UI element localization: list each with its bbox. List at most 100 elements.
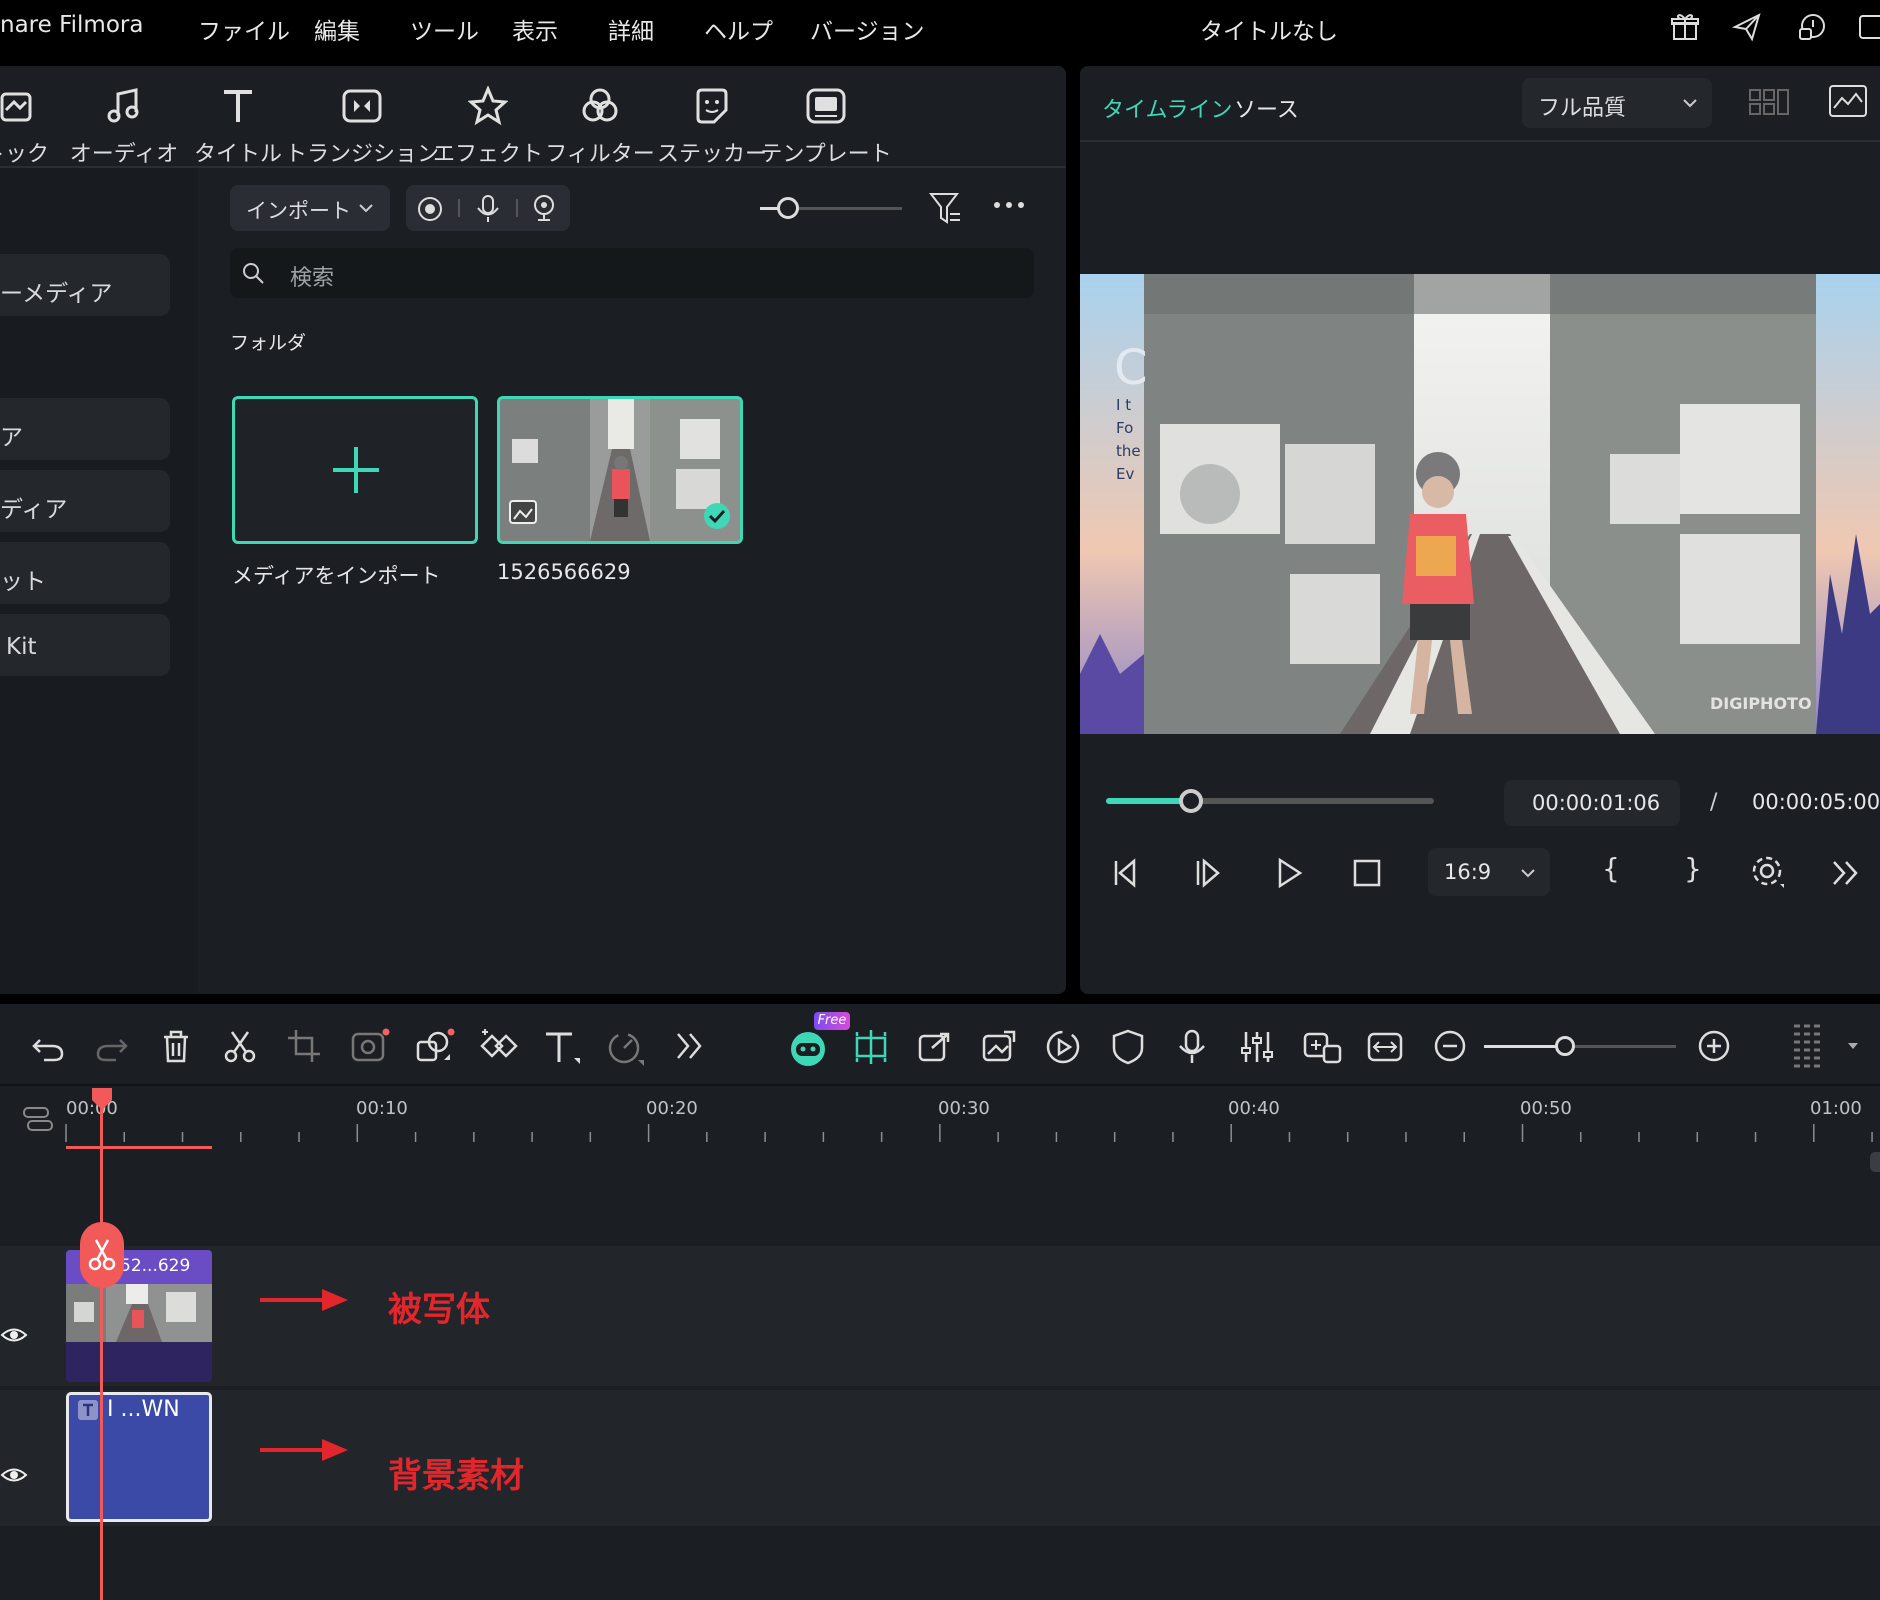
playhead-split-button[interactable] bbox=[80, 1222, 124, 1288]
preview-canvas[interactable]: C I t Fo the Ev DIGIPHOTO bbox=[1080, 274, 1880, 734]
search-icon bbox=[243, 263, 264, 284]
sidebar-item-4[interactable]: ット bbox=[0, 542, 170, 604]
next-frame-icon[interactable] bbox=[1192, 856, 1226, 890]
grid-view-icon[interactable] bbox=[1748, 86, 1792, 118]
preview-header-divider bbox=[1080, 140, 1880, 142]
multicam-icon[interactable] bbox=[1302, 1028, 1342, 1066]
toolbar-template[interactable]: テンプレート bbox=[760, 76, 892, 167]
eye-icon[interactable] bbox=[0, 1324, 30, 1346]
menu-tools[interactable]: ツール bbox=[410, 12, 479, 46]
clip-label: 52...629 bbox=[120, 1256, 191, 1276]
voiceover-mic-icon[interactable] bbox=[1174, 1028, 1210, 1066]
chevron-down-icon[interactable] bbox=[1846, 1040, 1860, 1052]
redo-icon[interactable] bbox=[94, 1028, 130, 1064]
more-options-icon[interactable] bbox=[992, 198, 1026, 212]
free-badge: Free bbox=[814, 1012, 850, 1030]
toolbar-title[interactable]: タイトル bbox=[178, 76, 298, 167]
menu-file[interactable]: ファイル bbox=[198, 12, 290, 46]
menu-advanced[interactable]: 詳細 bbox=[608, 12, 654, 46]
search-placeholder: 検索 bbox=[290, 266, 335, 291]
smart-cutout-icon[interactable] bbox=[350, 1028, 390, 1066]
microphone-icon[interactable] bbox=[474, 193, 502, 223]
more-tools-icon[interactable] bbox=[672, 1028, 708, 1064]
crop-icon[interactable] bbox=[286, 1028, 322, 1064]
tab-source[interactable]: ソース bbox=[1234, 92, 1299, 124]
playback-progress-handle[interactable] bbox=[1179, 789, 1204, 813]
webcam-icon[interactable] bbox=[530, 193, 558, 223]
text-tool-icon[interactable] bbox=[542, 1028, 582, 1066]
menu-view[interactable]: 表示 bbox=[512, 12, 558, 46]
menu-edit[interactable]: 編集 bbox=[314, 12, 360, 46]
search-bar[interactable]: 検索 bbox=[230, 248, 1034, 298]
playhead-handle[interactable] bbox=[90, 1086, 114, 1112]
audio-sync-icon[interactable] bbox=[1044, 1028, 1082, 1066]
media-panel: トック オーディオ タイトル トランジション エフェクト フィルター ステッカー… bbox=[0, 66, 1066, 994]
record-group bbox=[406, 185, 570, 231]
filter-funnel-icon[interactable] bbox=[928, 190, 962, 226]
sidebar-item-kit[interactable]: Kit bbox=[0, 614, 170, 676]
title-t-icon bbox=[224, 90, 252, 122]
eye-icon[interactable] bbox=[0, 1464, 30, 1486]
import-dropdown[interactable]: インポート bbox=[230, 185, 390, 231]
screen-record-icon[interactable] bbox=[416, 195, 444, 223]
account-icon[interactable] bbox=[1858, 12, 1880, 42]
waveform-scope-icon[interactable] bbox=[1828, 84, 1868, 118]
divider bbox=[516, 199, 518, 217]
image-edit-icon[interactable] bbox=[980, 1028, 1018, 1066]
ai-copilot-icon[interactable] bbox=[788, 1028, 828, 1068]
undo-icon[interactable] bbox=[30, 1028, 66, 1064]
toolbar-transition[interactable]: トランジション bbox=[285, 76, 439, 167]
gift-icon[interactable] bbox=[1670, 12, 1700, 42]
annotation-arrow bbox=[260, 1289, 348, 1311]
timeline-clip-title[interactable]: I ...WN bbox=[66, 1392, 212, 1522]
ai-scene-detect-icon[interactable] bbox=[852, 1028, 890, 1066]
trash-icon[interactable] bbox=[158, 1028, 194, 1064]
sidebar-item-3[interactable]: ディア bbox=[0, 470, 170, 532]
photo-watermark: DIGIPHOTO bbox=[1710, 694, 1812, 713]
mark-out-button[interactable]: } bbox=[1684, 852, 1702, 885]
quality-dropdown[interactable]: フル品質 bbox=[1522, 78, 1712, 128]
slider-handle[interactable] bbox=[777, 197, 799, 219]
shield-icon[interactable] bbox=[1110, 1028, 1146, 1066]
send-icon[interactable] bbox=[1732, 12, 1762, 42]
ruler-label: 00:20 bbox=[646, 1098, 698, 1119]
audio-mixer-icon[interactable] bbox=[1238, 1028, 1276, 1066]
work-area-range[interactable] bbox=[66, 1146, 212, 1149]
aspect-ratio-dropdown[interactable]: 16:9 bbox=[1428, 848, 1550, 896]
ruler-label: 00:30 bbox=[938, 1098, 990, 1119]
keyframe-icon[interactable] bbox=[478, 1028, 520, 1066]
menu-help[interactable]: ヘルプ bbox=[704, 12, 773, 46]
aspect-label: 16:9 bbox=[1444, 860, 1492, 884]
zoom-slider-handle[interactable] bbox=[1554, 1036, 1575, 1056]
zoom-slider-fill bbox=[1484, 1045, 1565, 1048]
clip-label: 1526566629 bbox=[497, 560, 631, 584]
fit-timeline-icon[interactable] bbox=[1366, 1028, 1404, 1066]
gear-icon[interactable] bbox=[1750, 854, 1786, 890]
sidebar-item-project-media[interactable]: ーメディア bbox=[0, 254, 170, 316]
transform-icon[interactable] bbox=[414, 1028, 456, 1066]
zoom-out-icon[interactable] bbox=[1432, 1028, 1468, 1064]
previous-frame-icon[interactable] bbox=[1110, 856, 1144, 890]
timeline-scrollbar[interactable] bbox=[1870, 1152, 1880, 1172]
stop-icon[interactable] bbox=[1350, 856, 1384, 890]
mark-in-button[interactable]: { bbox=[1602, 852, 1620, 885]
export-clip-icon[interactable] bbox=[916, 1028, 954, 1066]
double-chevron-right-icon[interactable] bbox=[1828, 856, 1862, 890]
cloud-backup-icon[interactable] bbox=[1796, 12, 1828, 42]
menu-version[interactable]: バージョン bbox=[810, 12, 925, 46]
import-media-card[interactable] bbox=[232, 396, 478, 544]
zoom-in-icon[interactable] bbox=[1696, 1028, 1732, 1064]
speed-icon[interactable] bbox=[606, 1028, 646, 1066]
link-track-icon[interactable] bbox=[20, 1104, 56, 1134]
play-icon[interactable] bbox=[1272, 856, 1306, 890]
split-scissors-icon[interactable] bbox=[222, 1028, 258, 1064]
playhead-line[interactable] bbox=[100, 1102, 103, 1600]
preview-frame-image bbox=[1080, 274, 1880, 734]
effect-star-icon bbox=[468, 86, 508, 126]
overlay-line: Fo bbox=[1116, 419, 1134, 437]
tab-timeline[interactable]: タイムライン bbox=[1102, 92, 1232, 124]
sidebar-item-2[interactable]: ア bbox=[0, 398, 170, 460]
media-clip-thumbnail[interactable] bbox=[497, 396, 743, 544]
music-note-icon bbox=[107, 88, 139, 123]
track-layout-icon[interactable] bbox=[1792, 1022, 1822, 1072]
